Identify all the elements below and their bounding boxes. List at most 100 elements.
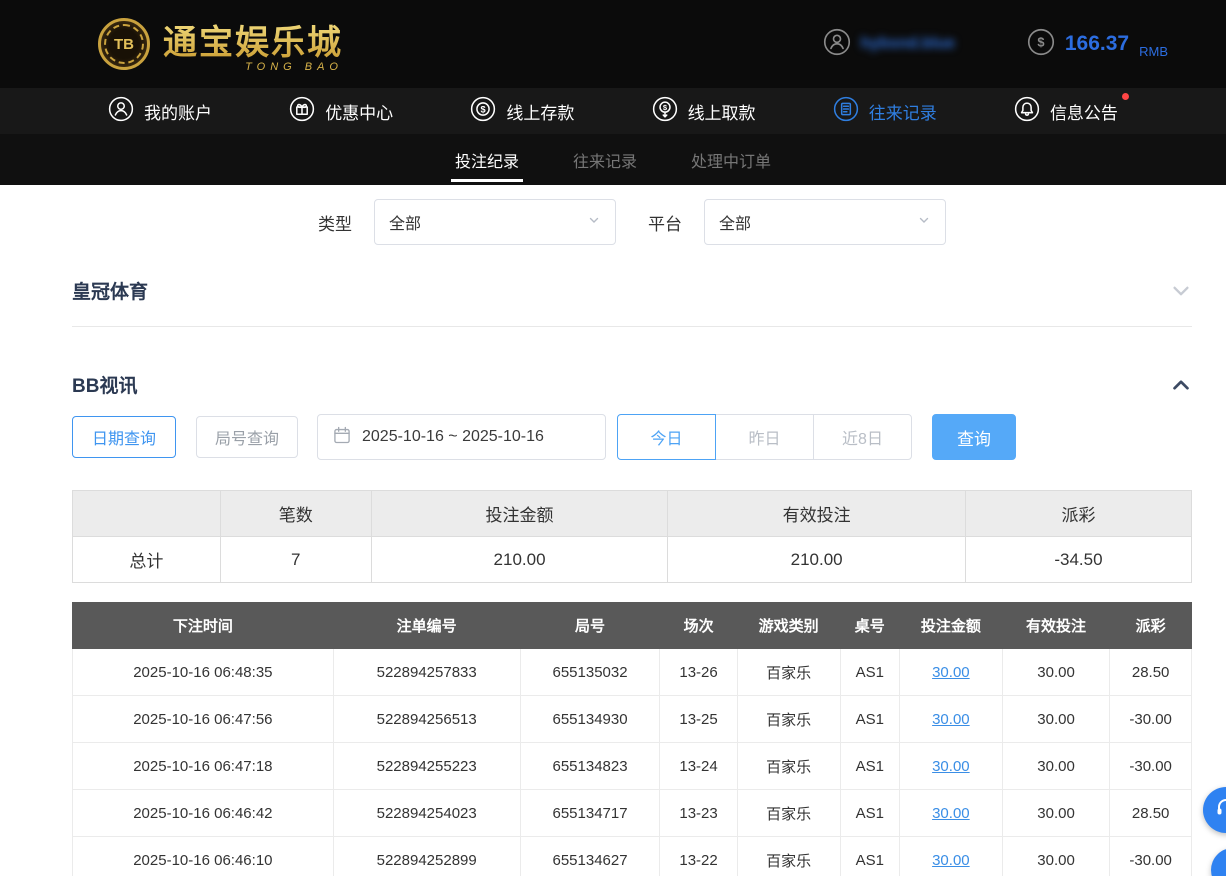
round-query-button[interactable]: 局号查询 <box>196 416 298 458</box>
cell-time: 2025-10-16 06:47:18 <box>73 743 334 790</box>
column-header: 注单编号 <box>333 603 520 649</box>
chevron-down-icon <box>587 213 601 232</box>
user-account[interactable]: hybsnd.blue <box>823 28 955 61</box>
nav-item-promotions[interactable]: 优惠中心 <box>289 96 393 127</box>
cell-time: 2025-10-16 06:46:42 <box>73 790 334 837</box>
expand-chevron-icon[interactable] <box>1170 280 1192 302</box>
user-circle-icon <box>108 96 134 127</box>
today-button[interactable]: 今日 <box>617 414 716 460</box>
cell-bet-id: 522894256513 <box>333 696 520 743</box>
table-row: 2025-10-16 06:46:42522894254023655134717… <box>73 790 1192 837</box>
column-header: 有效投注 <box>1002 603 1109 649</box>
date-range-value: 2025-10-16 ~ 2025-10-16 <box>362 428 544 446</box>
balance[interactable]: $ 166.37 RMB <box>1027 28 1168 61</box>
balance-currency: RMB <box>1139 44 1168 59</box>
bet-table-body: 2025-10-16 06:48:35522894257833655135032… <box>73 649 1192 876</box>
bell-icon <box>1014 96 1040 127</box>
customer-service-button[interactable] <box>1203 787 1226 833</box>
nav-item-announcements[interactable]: 信息公告 <box>1014 96 1118 127</box>
cell-valid-bet: 30.00 <box>1002 696 1109 743</box>
cell-session: 13-26 <box>660 649 737 696</box>
cell-valid-bet: 30.00 <box>1002 649 1109 696</box>
section-crown-sports: 皇冠体育 <box>72 277 1192 304</box>
bet-amount-link[interactable]: 30.00 <box>932 805 970 822</box>
nav-item-my-account[interactable]: 我的账户 <box>108 96 212 127</box>
records-icon <box>833 96 859 127</box>
nav-label: 线上取款 <box>688 99 756 124</box>
quick-range-group: 今日 昨日 近8日 <box>617 414 912 460</box>
tab-bet-records[interactable]: 投注纪录 <box>451 134 523 185</box>
cell-bet-id: 522894254023 <box>333 790 520 837</box>
cell-table-no: AS1 <box>840 790 899 837</box>
calendar-icon <box>332 425 352 450</box>
section-title: BB视讯 <box>72 371 137 398</box>
cell-game: 百家乐 <box>737 649 840 696</box>
cell-bet-id: 522894255223 <box>333 743 520 790</box>
yesterday-button[interactable]: 昨日 <box>715 414 814 460</box>
bet-table: 下注时间注单编号局号场次游戏类别桌号投注金额有效投注派彩 2025-10-16 … <box>72 602 1192 876</box>
brand-logo[interactable]: TB 通宝娱乐城 TONG BAO <box>98 15 343 73</box>
section-bb-video: BB视讯 <box>72 371 1192 398</box>
cell-valid-bet: 30.00 <box>1002 743 1109 790</box>
cell-bet-amount: 30.00 <box>899 837 1002 876</box>
date-range-input[interactable]: 2025-10-16 ~ 2025-10-16 <box>317 414 606 460</box>
bet-amount-link[interactable]: 30.00 <box>932 758 970 775</box>
deposit-coin-icon: $ <box>470 96 496 127</box>
type-select[interactable]: 全部 <box>374 199 616 245</box>
summary-valid-bet-value: 210.00 <box>668 537 966 583</box>
brand-name: 通宝娱乐城 <box>163 15 343 64</box>
summary-bet-amount-value: 210.00 <box>371 537 668 583</box>
withdraw-coin-icon: $ <box>652 96 678 127</box>
column-header: 游戏类别 <box>737 603 840 649</box>
bet-amount-link[interactable]: 30.00 <box>932 852 970 869</box>
top-header: TB 通宝娱乐城 TONG BAO hybsnd.blue $ 166.37 <box>0 0 1226 88</box>
table-row: 2025-10-16 06:48:35522894257833655135032… <box>73 649 1192 696</box>
date-query-button[interactable]: 日期查询 <box>72 416 176 458</box>
collapse-chevron-icon[interactable] <box>1170 374 1192 396</box>
summary-total-label: 总计 <box>73 537 221 583</box>
main-nav: 我的账户 优惠中心 $ 线上存款 $ 线上取款 <box>0 88 1226 134</box>
cell-round: 655134627 <box>520 837 660 876</box>
sub-nav: 投注纪录 往来记录 处理中订单 <box>0 134 1226 185</box>
cell-session: 13-25 <box>660 696 737 743</box>
chevron-down-icon <box>917 213 931 232</box>
cell-game: 百家乐 <box>737 790 840 837</box>
cell-valid-bet: 30.00 <box>1002 790 1109 837</box>
notification-dot <box>1122 93 1129 100</box>
last-8-days-button[interactable]: 近8日 <box>813 414 912 460</box>
cell-bet-amount: 30.00 <box>899 649 1002 696</box>
bet-amount-link[interactable]: 30.00 <box>932 711 970 728</box>
casino-chip-icon: TB <box>98 18 150 70</box>
cell-table-no: AS1 <box>840 696 899 743</box>
summary-header-valid-bet: 有效投注 <box>668 491 966 537</box>
chat-button[interactable] <box>1211 848 1226 876</box>
content: 类型 全部 平台 全部 皇冠体育 BB视讯 <box>72 199 1192 876</box>
nav-item-deposit[interactable]: $ 线上存款 <box>470 96 574 127</box>
nav-item-records[interactable]: 往来记录 <box>833 96 937 127</box>
gift-icon <box>289 96 315 127</box>
nav-label: 往来记录 <box>869 99 937 124</box>
cell-round: 655134717 <box>520 790 660 837</box>
type-filter: 类型 全部 <box>318 199 616 245</box>
column-header: 下注时间 <box>73 603 334 649</box>
table-row: 2025-10-16 06:47:18522894255223655134823… <box>73 743 1192 790</box>
tab-processing-orders[interactable]: 处理中订单 <box>687 134 775 185</box>
cell-payout: -30.00 <box>1110 743 1192 790</box>
nav-label: 我的账户 <box>144 99 212 124</box>
cell-session: 13-23 <box>660 790 737 837</box>
cell-table-no: AS1 <box>840 837 899 876</box>
tab-transaction-records[interactable]: 往来记录 <box>569 134 641 185</box>
cell-table-no: AS1 <box>840 649 899 696</box>
platform-select[interactable]: 全部 <box>704 199 946 245</box>
cell-time: 2025-10-16 06:48:35 <box>73 649 334 696</box>
table-row: 2025-10-16 06:46:10522894252899655134627… <box>73 837 1192 876</box>
nav-item-withdraw[interactable]: $ 线上取款 <box>652 96 756 127</box>
username-redacted: hybsnd.blue <box>861 35 955 53</box>
type-label: 类型 <box>318 210 352 235</box>
cell-round: 655134930 <box>520 696 660 743</box>
cell-game: 百家乐 <box>737 837 840 876</box>
search-button[interactable]: 查询 <box>932 414 1016 460</box>
bet-amount-link[interactable]: 30.00 <box>932 664 970 681</box>
cell-table-no: AS1 <box>840 743 899 790</box>
cell-session: 13-22 <box>660 837 737 876</box>
